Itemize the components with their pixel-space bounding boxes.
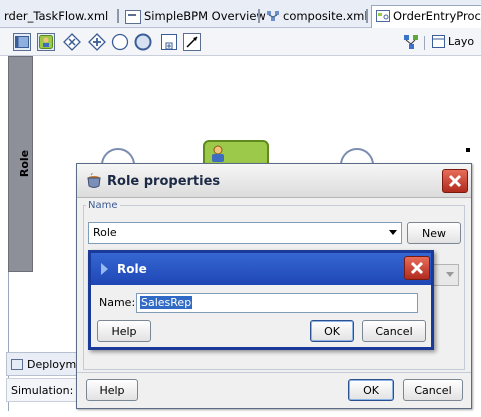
role-dialog-title: Role bbox=[117, 262, 147, 276]
tab-separator bbox=[117, 9, 119, 23]
expand-arrow-icon bbox=[101, 263, 108, 275]
overview-icon bbox=[125, 10, 141, 24]
role-close-button[interactable] bbox=[404, 256, 430, 280]
role-help-button[interactable]: Help bbox=[97, 320, 151, 342]
new-button[interactable]: New bbox=[407, 222, 461, 244]
role-name-value: SalesRep bbox=[140, 296, 193, 309]
tab-composite[interactable]: composite.xml bbox=[262, 6, 374, 28]
parallel-gateway-icon[interactable] bbox=[88, 33, 106, 51]
tab-label: composite.xml bbox=[283, 9, 368, 23]
layout-icon bbox=[432, 35, 445, 48]
dialog-title-bar[interactable]: Role properties bbox=[77, 164, 471, 198]
deployment-icon bbox=[11, 359, 23, 370]
role-name-input[interactable]: SalesRep bbox=[136, 293, 418, 313]
toolbar-separator bbox=[424, 36, 425, 50]
name-group-label: Name bbox=[88, 200, 118, 211]
close-icon bbox=[410, 261, 424, 275]
tab-label: OrderEntryProce bbox=[393, 9, 481, 23]
role-dialog: Role Name: SalesRep Help OK Cancel bbox=[88, 250, 434, 350]
help-button[interactable]: Help bbox=[86, 379, 138, 401]
name-label: Name: bbox=[99, 296, 136, 309]
dialog-title: Role properties bbox=[107, 174, 221, 189]
dialog-divider bbox=[77, 372, 471, 373]
selection-handle[interactable] bbox=[466, 148, 470, 152]
layout-button[interactable]: Layo bbox=[432, 35, 474, 48]
user-icon bbox=[212, 145, 224, 162]
chevron-down-icon bbox=[446, 272, 454, 277]
swimlane-label: Role bbox=[18, 149, 32, 178]
end-event-icon[interactable] bbox=[134, 33, 152, 51]
role-select-value: Role bbox=[93, 226, 117, 239]
deployment-tab-label: Deployme bbox=[27, 358, 83, 371]
tab-label: SimpleBPM Overview bbox=[144, 9, 266, 23]
deploy-network-icon[interactable] bbox=[402, 33, 420, 51]
role-select[interactable]: Role bbox=[88, 222, 402, 244]
role-dialog-title-bar[interactable]: Role bbox=[91, 253, 431, 285]
start-event-icon[interactable] bbox=[111, 33, 129, 51]
tab-taskflow[interactable]: rder_TaskFlow.xml bbox=[0, 6, 114, 28]
subprocess-icon[interactable] bbox=[160, 33, 178, 51]
cancel-button[interactable]: Cancel bbox=[403, 379, 463, 401]
deployment-tab[interactable]: Deployme bbox=[6, 352, 83, 376]
tab-separator bbox=[258, 9, 260, 23]
connector-tool-icon[interactable] bbox=[183, 33, 201, 51]
user-task-icon[interactable] bbox=[37, 33, 55, 51]
role-ok-button[interactable]: OK bbox=[310, 320, 354, 342]
composite-icon bbox=[266, 10, 280, 22]
swimlane-tool-icon[interactable] bbox=[13, 33, 31, 51]
coffee-cup-icon bbox=[85, 170, 103, 192]
simulation-row: Simulation: bbox=[6, 378, 80, 402]
tab-separator bbox=[366, 9, 368, 23]
diagram-toolbar: Layo bbox=[0, 28, 481, 56]
layout-label: Layo bbox=[448, 35, 475, 48]
tab-simplebpm-overview[interactable]: SimpleBPM Overview bbox=[121, 6, 272, 28]
close-icon bbox=[448, 174, 462, 188]
exclusive-gateway-icon[interactable] bbox=[63, 33, 81, 51]
swimlane-role[interactable]: Role bbox=[8, 56, 33, 272]
close-button[interactable] bbox=[442, 169, 468, 193]
process-icon bbox=[376, 10, 390, 22]
ok-button[interactable]: OK bbox=[348, 379, 394, 401]
role-cancel-button[interactable]: Cancel bbox=[362, 320, 426, 342]
editor-tab-bar: rder_TaskFlow.xml SimpleBPM Overview com… bbox=[0, 0, 481, 28]
tab-label: rder_TaskFlow.xml bbox=[4, 9, 109, 23]
simulation-label: Simulation: bbox=[11, 384, 74, 397]
chevron-down-icon bbox=[389, 230, 397, 235]
tab-orderentryprocess[interactable]: OrderEntryProce bbox=[371, 5, 481, 28]
